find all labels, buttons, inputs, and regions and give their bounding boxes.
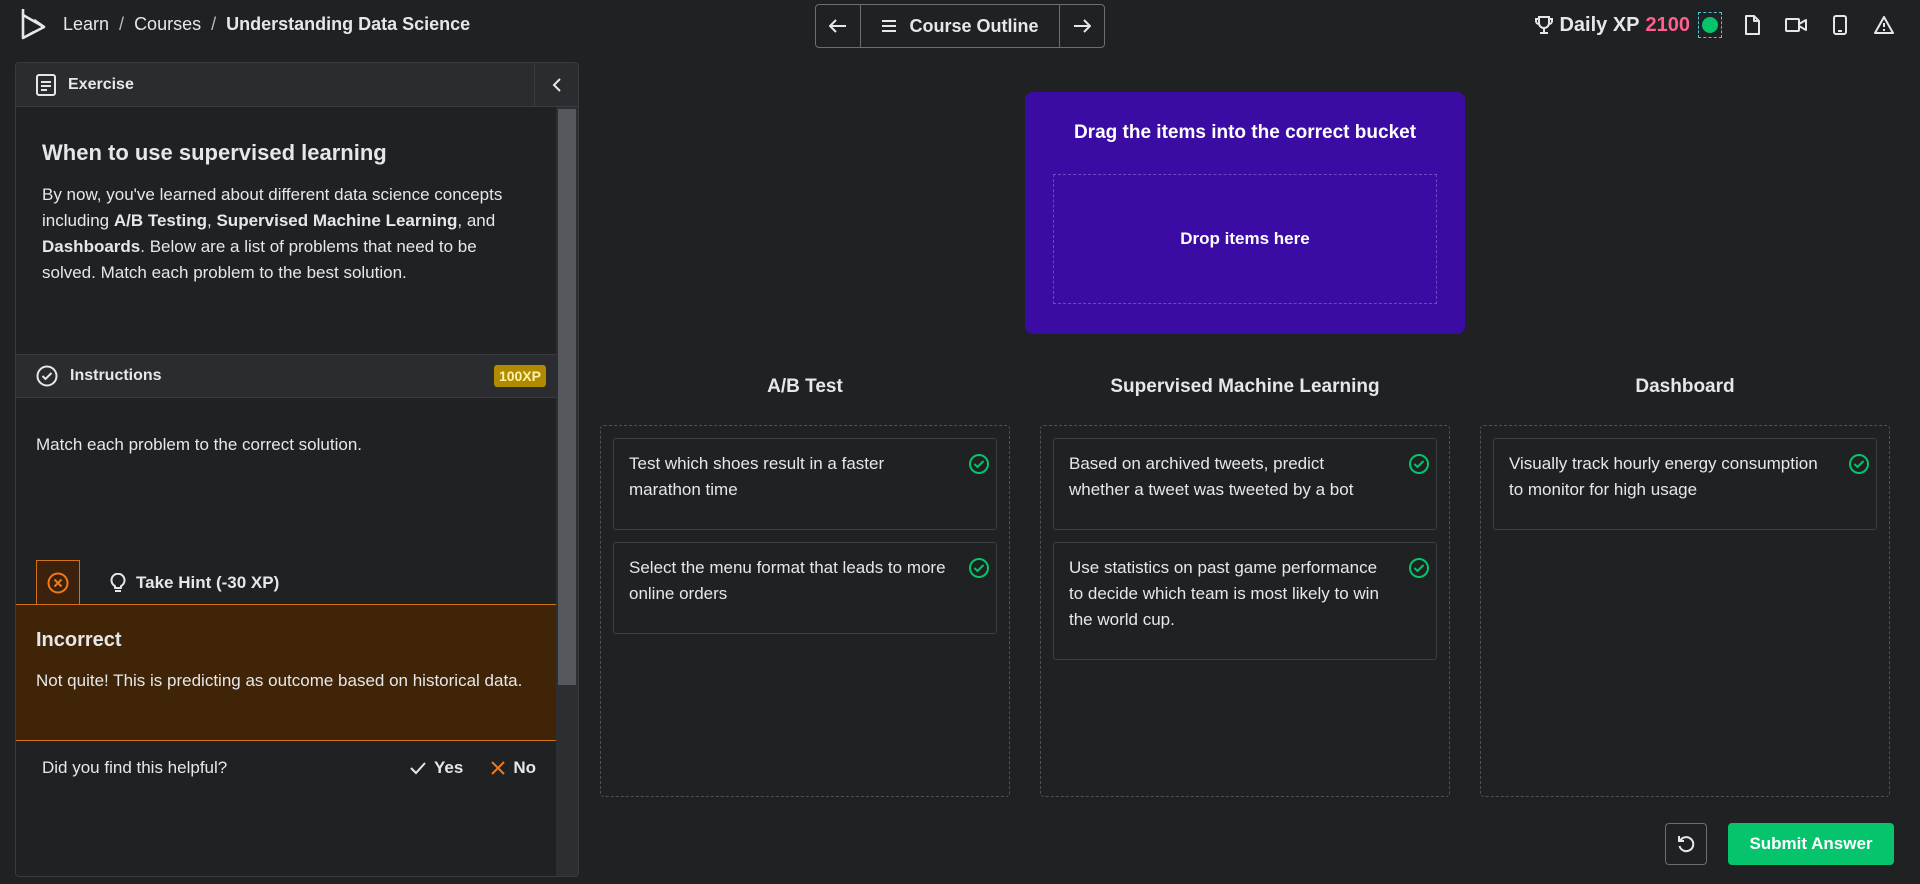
trophy-icon bbox=[1535, 16, 1554, 34]
drag-item-text: Based on archived tweets, predict whethe… bbox=[1069, 454, 1354, 499]
drag-instructions: Drag the items into the correct bucket bbox=[1073, 122, 1417, 143]
arrow-left-icon bbox=[829, 19, 846, 33]
close-icon bbox=[491, 761, 506, 775]
bucket-ab-test[interactable]: Test which shoes result in a faster mara… bbox=[600, 425, 1010, 797]
course-navigation: Course Outline bbox=[815, 4, 1105, 48]
chevron-left-icon bbox=[552, 78, 561, 92]
bucket-title-dashboard: Dashboard bbox=[1635, 376, 1735, 397]
check-icon bbox=[410, 762, 426, 775]
exercise-panel-title: Exercise bbox=[68, 75, 134, 93]
panel-scrollbar[interactable] bbox=[556, 107, 578, 876]
online-status-indicator[interactable] bbox=[1698, 12, 1722, 38]
daily-xp-label: Daily XP bbox=[1559, 13, 1640, 36]
header-actions: Daily XP 2100 bbox=[1535, 10, 1906, 40]
drag-source-card: Drag the items into the correct bucket D… bbox=[1025, 92, 1465, 334]
breadcrumb-courses[interactable]: Courses bbox=[134, 14, 201, 35]
helpful-feedback: Did you find this helpful? Yes No bbox=[42, 758, 536, 778]
scrollbar-thumb[interactable] bbox=[558, 109, 576, 685]
tab-incorrect[interactable] bbox=[36, 560, 80, 605]
drag-item-text: Use statistics on past game performance … bbox=[1069, 558, 1379, 629]
drag-item[interactable]: Visually track hourly energy consumption… bbox=[1493, 438, 1877, 530]
helpful-no-button[interactable]: No bbox=[491, 758, 536, 778]
exercise-panel-header: Exercise bbox=[16, 63, 578, 107]
drop-zone-label: Drop items here bbox=[1180, 229, 1310, 248]
bucket-title-ab-test: A/B Test bbox=[767, 376, 843, 397]
submit-answer-button[interactable]: Submit Answer bbox=[1728, 823, 1894, 865]
collapse-panel-button[interactable] bbox=[534, 63, 578, 107]
reset-icon bbox=[1678, 836, 1695, 853]
previous-exercise-button[interactable] bbox=[816, 5, 861, 47]
course-outline-label: Course Outline bbox=[909, 15, 1039, 36]
incorrect-title: Incorrect bbox=[36, 629, 122, 651]
exercise-content: When to use supervised learning By now, … bbox=[16, 107, 556, 876]
check-circle-icon bbox=[36, 365, 58, 387]
drag-item-text: Select the menu format that leads to mor… bbox=[629, 558, 946, 603]
bucket-supervised-ml[interactable]: Based on archived tweets, predict whethe… bbox=[1040, 425, 1450, 797]
xp-badge: 100XP bbox=[493, 365, 546, 387]
instructions-header: Instructions 100XP bbox=[16, 354, 556, 398]
exercise-description: By now, you've learned about different d… bbox=[42, 185, 503, 282]
incorrect-message: Not quite! This is predicting as outcome… bbox=[36, 671, 523, 690]
take-hint-label: Take Hint (-30 XP) bbox=[136, 572, 280, 592]
breadcrumb-learn[interactable]: Learn bbox=[63, 14, 109, 35]
alert-icon bbox=[1874, 16, 1894, 34]
video-icon bbox=[1785, 18, 1807, 32]
document-icon bbox=[1745, 15, 1760, 35]
breadcrumb-separator: / bbox=[119, 14, 125, 34]
mobile-button[interactable] bbox=[1818, 10, 1862, 40]
slides-button[interactable] bbox=[1730, 10, 1774, 40]
helpful-yes-label: Yes bbox=[434, 758, 464, 777]
next-exercise-button[interactable] bbox=[1059, 5, 1104, 47]
close-circle-icon bbox=[47, 572, 69, 594]
feedback-tabs: Take Hint (-30 XP) bbox=[36, 560, 279, 605]
drag-item[interactable]: Test which shoes result in a faster mara… bbox=[613, 438, 997, 530]
drop-zone[interactable]: Drop items here bbox=[1053, 174, 1437, 304]
bucket-title-supervised-ml: Supervised Machine Learning bbox=[1110, 376, 1380, 397]
exercise-title: When to use supervised learning bbox=[42, 140, 387, 165]
report-issue-button[interactable] bbox=[1862, 10, 1906, 40]
check-circle-icon bbox=[969, 454, 989, 474]
mobile-icon bbox=[1833, 15, 1847, 35]
top-bar: Learn / Courses / Understanding Data Sci… bbox=[0, 0, 1920, 50]
breadcrumb-separator: / bbox=[211, 14, 217, 34]
lightbulb-icon bbox=[110, 572, 126, 592]
datacamp-logo-icon[interactable] bbox=[20, 7, 50, 43]
exercise-panel: Exercise When to use supervised learning… bbox=[15, 62, 579, 877]
drag-item[interactable]: Use statistics on past game performance … bbox=[1053, 542, 1437, 660]
course-outline-button[interactable]: Course Outline bbox=[861, 5, 1059, 47]
arrow-right-icon bbox=[1074, 19, 1091, 33]
drag-item-text: Visually track hourly energy consumption… bbox=[1509, 454, 1818, 499]
drag-item[interactable]: Based on archived tweets, predict whethe… bbox=[1053, 438, 1437, 530]
instructions-text: Match each problem to the correct soluti… bbox=[36, 435, 362, 454]
breadcrumb-current-course[interactable]: Understanding Data Science bbox=[226, 14, 470, 35]
daily-xp-value: 2100 bbox=[1645, 13, 1691, 36]
check-circle-icon bbox=[1849, 454, 1869, 474]
video-button[interactable] bbox=[1774, 10, 1818, 40]
check-circle-icon bbox=[1409, 454, 1429, 474]
menu-icon bbox=[882, 20, 897, 32]
daily-xp[interactable]: Daily XP 2100 bbox=[1535, 14, 1690, 37]
instructions-label: Instructions bbox=[70, 367, 162, 384]
helpful-yes-button[interactable]: Yes bbox=[410, 758, 463, 778]
reset-button[interactable] bbox=[1665, 823, 1707, 865]
drag-item-text: Test which shoes result in a faster mara… bbox=[629, 454, 885, 499]
helpful-no-label: No bbox=[513, 758, 536, 777]
bucket-dashboard[interactable]: Visually track hourly energy consumption… bbox=[1480, 425, 1890, 797]
exercise-icon bbox=[36, 73, 56, 96]
check-circle-icon bbox=[969, 558, 989, 578]
incorrect-feedback: Incorrect Not quite! This is predicting … bbox=[16, 604, 556, 741]
check-circle-icon bbox=[1409, 558, 1429, 578]
take-hint-button[interactable]: Take Hint (-30 XP) bbox=[110, 560, 279, 605]
helpful-question: Did you find this helpful? bbox=[42, 758, 228, 777]
breadcrumb: Learn / Courses / Understanding Data Sci… bbox=[63, 14, 470, 35]
drag-item[interactable]: Select the menu format that leads to mor… bbox=[613, 542, 997, 634]
